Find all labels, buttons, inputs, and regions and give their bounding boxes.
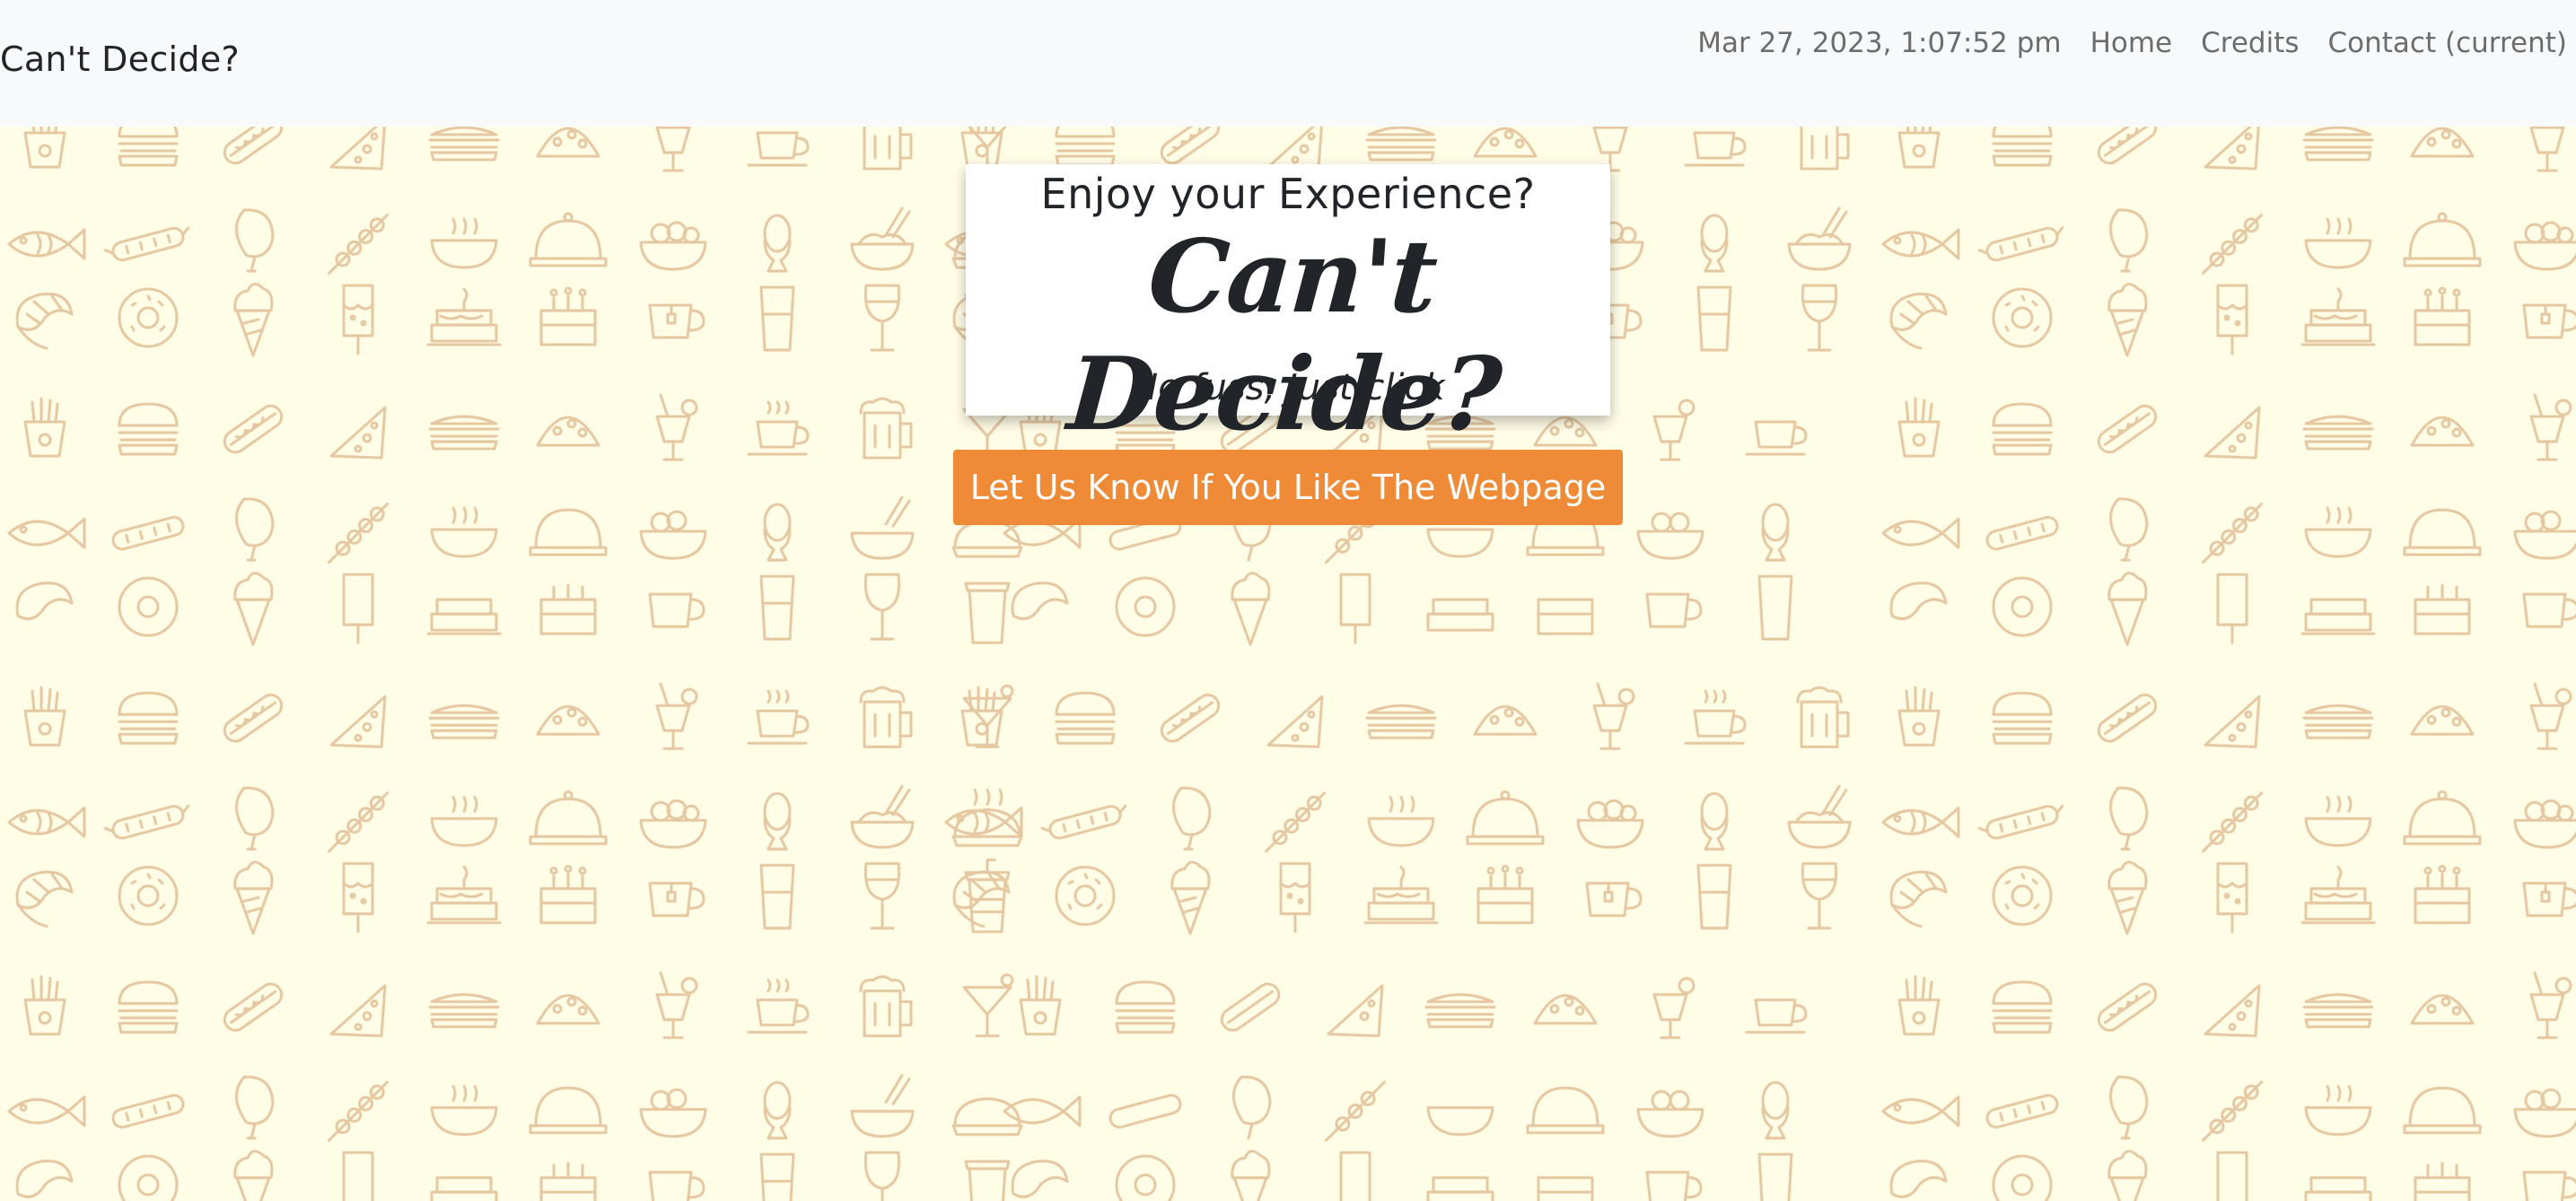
hero-tagline: No fuss, Just click <box>1131 367 1445 408</box>
feedback-button[interactable]: Let Us Know If You Like The Webpage <box>953 450 1623 525</box>
navbar: Can't Decide? Mar 27, 2023, 1:07:52 pm H… <box>0 0 2576 127</box>
nav-link-contact[interactable]: Contact (current) <box>2328 27 2567 59</box>
page: Can't Decide? Mar 27, 2023, 1:07:52 pm H… <box>0 0 2576 1201</box>
hero-lead: Enjoy your Experience? <box>1040 170 1536 218</box>
hero-headline: Can't Decide? <box>1064 218 1504 453</box>
nav-link-home[interactable]: Home <box>2090 27 2173 59</box>
nav-link-credits[interactable]: Credits <box>2201 27 2299 59</box>
hero-card: Enjoy your Experience? Can't Decide? No … <box>966 164 1610 453</box>
navbar-brand[interactable]: Can't Decide? <box>0 39 240 79</box>
current-datetime: Mar 27, 2023, 1:07:52 pm <box>1697 27 2062 59</box>
navbar-right: Mar 27, 2023, 1:07:52 pm Home Credits Co… <box>1697 27 2567 59</box>
